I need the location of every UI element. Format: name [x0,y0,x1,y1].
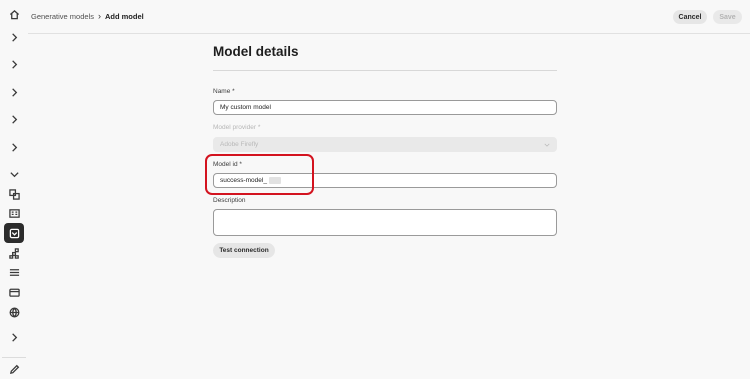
list-icon[interactable] [4,262,24,282]
header-divider [28,33,750,34]
highlight-annotation [205,154,314,195]
catalog-icon[interactable] [4,203,24,223]
cancel-button[interactable]: Cancel [673,10,707,24]
description-field[interactable] [213,209,557,236]
title-divider [213,70,557,71]
model-provider-value: Adobe Firefly [220,141,259,148]
breadcrumb-current: Add model [104,12,144,21]
name-field[interactable]: My custom model [213,100,557,115]
translate-icon[interactable] [4,184,24,204]
chevron-right-icon[interactable] [4,137,24,157]
hierarchy-icon[interactable] [4,243,24,263]
test-connection-button[interactable]: Test connection [213,243,275,258]
breadcrumb-separator-icon: › [97,11,101,21]
breadcrumb-parent[interactable]: Generative models [31,12,94,21]
name-field-value: My custom model [220,104,271,111]
breadcrumb: Generative models › Add model [31,11,144,22]
chevron-down-icon [544,143,550,147]
chevron-right-icon[interactable] [4,54,24,74]
chevron-right-icon[interactable] [4,27,24,47]
model-provider-select[interactable]: Adobe Firefly [213,137,557,152]
left-navigation-rail [0,0,28,379]
rail-divider [2,357,26,358]
description-label: Description [213,197,246,204]
name-label: Name * [213,88,235,95]
model-icon[interactable] [4,223,24,243]
home-icon[interactable] [4,4,24,24]
chevron-right-icon[interactable] [4,327,24,347]
globe-icon[interactable] [4,302,24,322]
chevron-down-icon[interactable] [4,164,24,184]
chevron-right-icon[interactable] [4,82,24,102]
folder-icon[interactable] [4,282,24,302]
save-button[interactable]: Save [713,10,742,24]
edit-icon[interactable] [4,359,24,379]
model-provider-label: Model provider * [213,124,261,131]
page-title: Model details [213,44,299,59]
chevron-right-icon[interactable] [4,109,24,129]
